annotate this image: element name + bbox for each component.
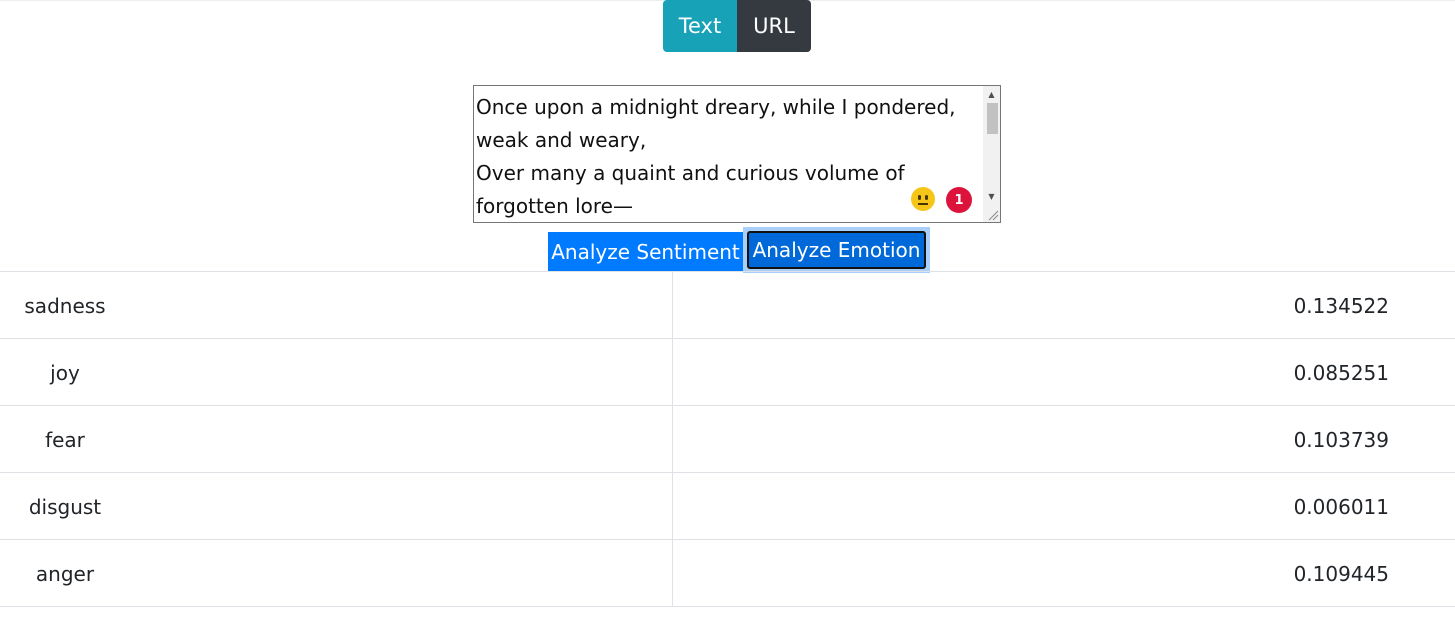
scroll-up-arrow-icon[interactable]: ▲ — [983, 87, 1000, 101]
notification-badge[interactable]: 1 — [946, 187, 972, 213]
analyze-emotion-button[interactable]: Analyze Emotion — [747, 231, 926, 269]
emotion-score: 0.103739 — [1293, 427, 1389, 452]
emotion-label: anger — [35, 561, 95, 586]
analyze-emotion-focus-ring: Analyze Emotion — [743, 227, 930, 273]
column-divider — [672, 272, 673, 338]
column-divider — [672, 406, 673, 472]
emotion-label: fear — [45, 427, 85, 452]
table-row: sadness 0.134522 — [0, 271, 1455, 338]
analyze-sentiment-button[interactable]: Analyze Sentiment — [548, 232, 743, 271]
text-input-area[interactable]: Once upon a midnight dreary, while I pon… — [473, 85, 1001, 223]
column-divider — [672, 540, 673, 606]
url-mode-button[interactable]: URL — [737, 0, 811, 52]
emotion-score: 0.109445 — [1293, 561, 1389, 586]
input-mode-toggle: Text URL — [663, 0, 811, 52]
column-divider — [672, 473, 673, 539]
text-input-value[interactable]: Once upon a midnight dreary, while I pon… — [476, 91, 966, 223]
table-row: disgust 0.006011 — [0, 472, 1455, 539]
textarea-scrollbar[interactable]: ▲ ▼ — [983, 86, 1000, 222]
column-divider — [672, 339, 673, 405]
emotion-label: joy — [50, 360, 80, 385]
page: Text URL Once upon a midnight dreary, wh… — [0, 0, 1455, 630]
emotion-label: disgust — [28, 494, 102, 519]
resize-grip-icon[interactable] — [986, 208, 999, 221]
table-row: anger 0.109445 — [0, 539, 1455, 607]
emotion-score: 0.085251 — [1293, 360, 1389, 385]
emotion-results-table: sadness 0.134522 joy 0.085251 fear 0.103… — [0, 271, 1455, 607]
emotion-score: 0.134522 — [1293, 293, 1389, 318]
emotion-score: 0.006011 — [1293, 494, 1389, 519]
emotion-label: sadness — [24, 293, 106, 318]
text-mode-button[interactable]: Text — [663, 0, 737, 52]
table-row: joy 0.085251 — [0, 338, 1455, 405]
scroll-down-arrow-icon[interactable]: ▼ — [983, 189, 1000, 203]
neutral-face-icon[interactable] — [911, 187, 935, 211]
scroll-thumb[interactable] — [987, 103, 998, 134]
table-row: fear 0.103739 — [0, 405, 1455, 472]
